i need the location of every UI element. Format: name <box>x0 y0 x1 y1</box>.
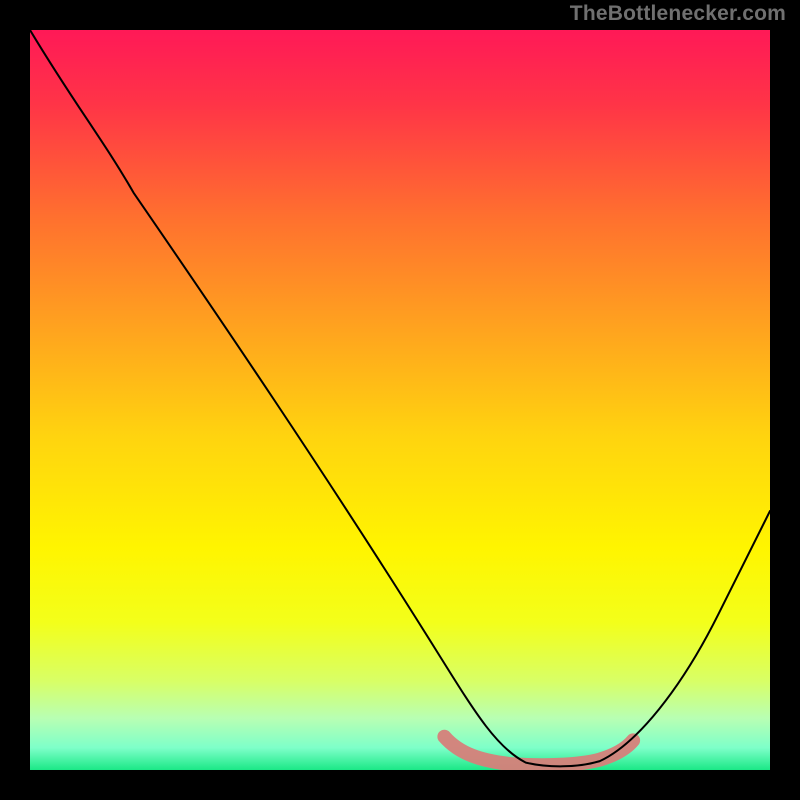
gradient-background <box>30 30 770 770</box>
watermark-label: TheBottlenecker.com <box>570 2 786 26</box>
bottleneck-curve-plot <box>30 30 770 770</box>
chart-frame: TheBottlenecker.com <box>0 0 800 800</box>
